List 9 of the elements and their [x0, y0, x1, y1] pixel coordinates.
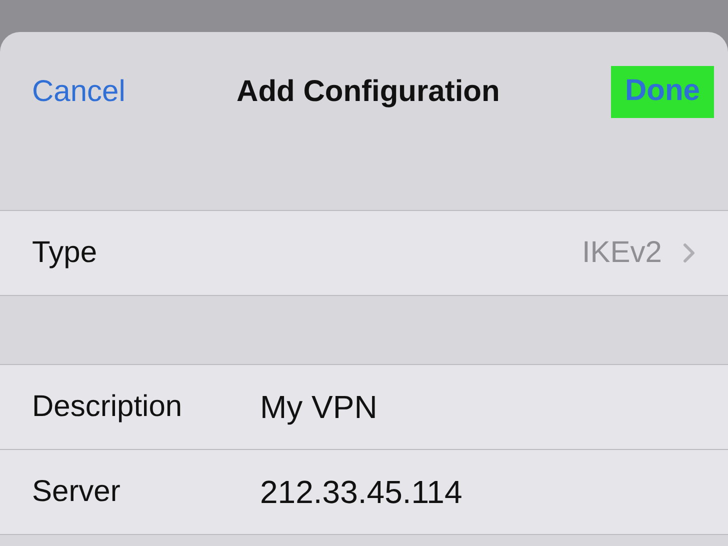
row-label: Server — [32, 475, 122, 509]
row-label: Type — [32, 236, 98, 270]
input-field[interactable]: 212.33.45.114 — [260, 474, 660, 510]
type-row[interactable]: Type IKEv2 — [0, 211, 728, 296]
row-value: IKEv2 — [582, 236, 662, 270]
input-field[interactable]: My VPN — [260, 388, 660, 426]
sheet-title: Add Configuration — [236, 75, 500, 109]
chevron-icon — [682, 242, 696, 264]
row-label: Description — [32, 390, 184, 424]
